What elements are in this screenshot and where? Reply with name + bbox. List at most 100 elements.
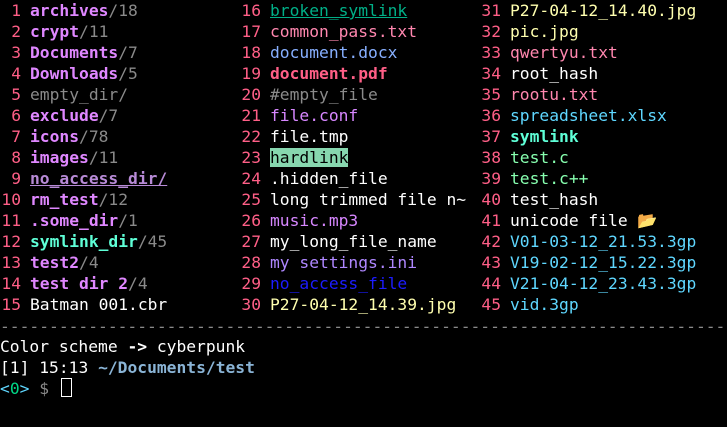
file-entry[interactable]: 4 Downloads/5 [0,63,230,84]
file-entry[interactable]: 1 archives/18 [0,0,230,21]
entry-name: broken_symlink [270,1,408,20]
entry-count: /5 [118,64,138,83]
entry-name: Downloads [30,64,119,83]
file-entry[interactable]: 23 hardlink [240,147,480,168]
entry-name: V21-04-12_23.43.3gp [510,274,697,293]
entry-count: /4 [128,274,148,293]
entry-name: images [30,148,89,167]
file-entry[interactable]: 8 images/11 [0,147,230,168]
entry-name: test.c [510,148,569,167]
entry-name: symlink [510,127,579,146]
file-entry[interactable]: 32 pic.jpg [480,21,727,42]
entry-name: V19-02-12_15.22.3gp [510,253,697,272]
file-entry[interactable]: 19 document.pdf [240,63,480,84]
entry-name: test.c++ [510,169,589,188]
entry-number: 45 [481,295,501,314]
current-path: ~/Documents/test [98,358,255,377]
entry-number: 28 [241,253,261,272]
file-entry[interactable]: 44 V21-04-12_23.43.3gp [480,273,727,294]
file-entry[interactable]: 31 P27-04-12_14.40.jpg [480,0,727,21]
prompt-line[interactable]: <0> $ [0,378,727,399]
entry-count: /11 [88,148,119,167]
file-entry[interactable]: 42 V01-03-12_21.53.3gp [480,231,727,252]
entry-number: 9 [11,169,21,188]
entry-name: pic.jpg [510,22,579,41]
file-entry[interactable]: 40 test_hash [480,189,727,210]
file-entry[interactable]: 39 test.c++ [480,168,727,189]
file-entry[interactable]: 12 symlink_dir/45 [0,231,230,252]
entry-name: file.tmp [270,127,349,146]
file-entry[interactable]: 24 .hidden_file [240,168,480,189]
entry-name: common_pass.txt [270,22,418,41]
file-entry[interactable]: 36 spreadsheet.xlsx [480,105,727,126]
file-entry[interactable]: 16 broken_symlink [240,0,480,21]
file-entry[interactable]: 11 .some_dir/1 [0,210,230,231]
file-entry[interactable]: 17 common_pass.txt [240,21,480,42]
file-entry[interactable]: 41 unicode file 📂 [480,210,727,231]
separator-line: ----------------------------------------… [0,317,727,336]
file-entry[interactable]: 35 rootu.txt [480,84,727,105]
file-entry[interactable]: 25 long trimmed file n~ [240,189,480,210]
file-entry[interactable]: 3 Documents/7 [0,42,230,63]
entry-number: 30 [241,295,261,314]
file-entry[interactable]: 20 #empty_file [240,84,480,105]
entry-count: /7 [118,43,138,62]
file-entry[interactable]: 38 test.c [480,147,727,168]
entry-number: 3 [11,43,21,62]
file-entry[interactable]: 33 qwertyu.txt [480,42,727,63]
entry-name: my_long_file_name [270,232,437,251]
file-entry[interactable]: 2 crypt/11 [0,21,230,42]
entry-number: 12 [1,232,21,251]
entry-number: 5 [11,85,21,104]
file-entry[interactable]: 13 test2/4 [0,252,230,273]
entry-number: 38 [481,148,501,167]
clock: 15:13 [39,358,89,377]
file-entry[interactable]: 9 no_access_dir/ [0,168,230,189]
file-entry[interactable]: 29 no_access_file [240,273,480,294]
file-entry[interactable]: 37 symlink [480,126,727,147]
file-entry[interactable]: 10 rm_test/12 [0,189,230,210]
entry-count: /45 [137,232,168,251]
file-entry[interactable]: 30 P27-04-12_14.39.jpg [240,294,480,315]
terminal-window[interactable]: 1 archives/18 2 crypt/11 3 Documents/7 4 Downlo… [0,0,727,427]
text-cursor[interactable] [60,378,72,397]
file-entry[interactable]: 28 my settings.ini [240,252,480,273]
context-indicator: [1] [0,358,30,377]
entry-number: 37 [481,127,501,146]
entry-name: no_access_file [270,274,408,293]
entry-number: 10 [1,190,21,209]
entry-number: 34 [481,64,501,83]
file-entry[interactable]: 21 file.conf [240,105,480,126]
file-entry[interactable]: 26 music.mp3 [240,210,480,231]
entry-number: 32 [481,22,501,41]
file-entry[interactable]: 7 icons/78 [0,126,230,147]
entry-name: P27-04-12_14.39.jpg [270,295,457,314]
entry-name: rm_test [30,190,99,209]
file-entry[interactable]: 34 root_hash [480,63,727,84]
entry-number: 39 [481,169,501,188]
entry-number: 16 [241,1,261,20]
entry-number: 23 [241,148,261,167]
entry-count: /4 [79,253,99,272]
file-entry[interactable]: 5 empty_dir/ [0,84,230,105]
file-entry[interactable]: 14 test dir 2/4 [0,273,230,294]
entry-number: 26 [241,211,261,230]
file-entry[interactable]: 22 file.tmp [240,126,480,147]
file-entry[interactable]: 45 vid.3gp [480,294,727,315]
file-entry[interactable]: 6 exclude/7 [0,105,230,126]
entry-number: 15 [1,295,21,314]
entry-number: 24 [241,169,261,188]
entry-name: exclude [30,106,99,125]
prompt-context-number: 0 [9,379,20,398]
entry-number: 25 [241,190,261,209]
entry-number: 31 [481,1,501,20]
file-entry[interactable]: 18 document.docx [240,42,480,63]
file-entry[interactable]: 27 my_long_file_name [240,231,480,252]
file-entry[interactable]: 43 V19-02-12_15.22.3gp [480,252,727,273]
file-entry[interactable]: 15 Batman 001.cbr [0,294,230,315]
scheme-prefix: Color scheme [0,337,128,356]
prompt-context-close: > [19,379,30,398]
entry-name: symlink_dir [30,232,138,251]
entry-count: /11 [79,22,109,41]
entry-number: 43 [481,253,501,272]
